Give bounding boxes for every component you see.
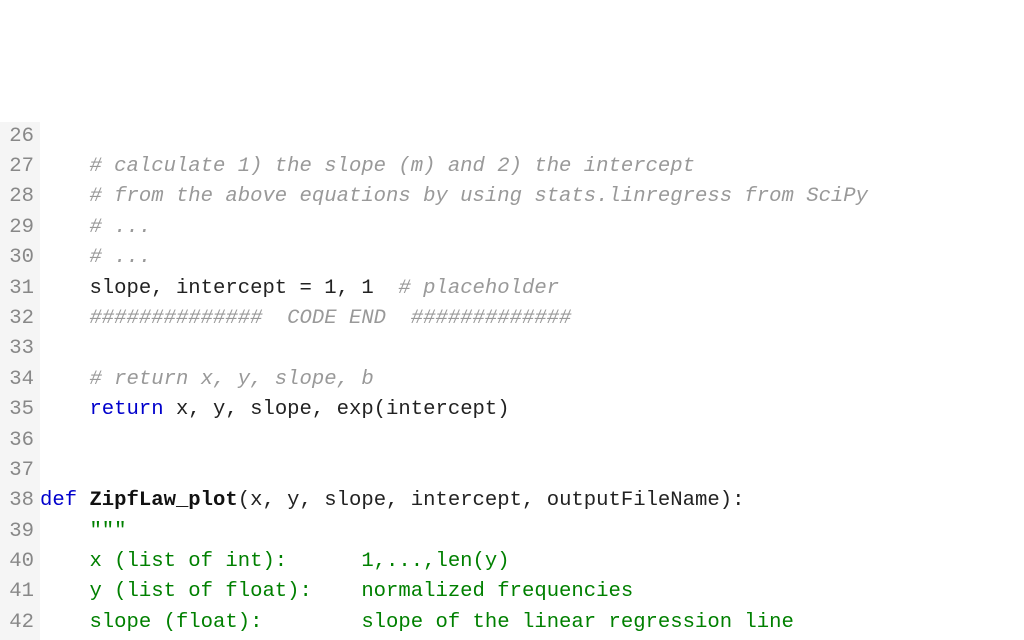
line-number: 33 bbox=[2, 334, 34, 364]
indent bbox=[40, 155, 89, 178]
code-editor[interactable]: 2627282930313233343536373839404142434445… bbox=[0, 122, 1024, 640]
code-line[interactable]: # ... bbox=[40, 213, 1024, 243]
code-token: slope, intercept = 1, 1 bbox=[89, 277, 398, 300]
code-token: # placeholder bbox=[398, 277, 559, 300]
code-token: # ... bbox=[89, 246, 151, 269]
code-line[interactable]: # from the above equations by using stat… bbox=[40, 182, 1024, 212]
line-number: 41 bbox=[2, 577, 34, 607]
indent bbox=[40, 398, 89, 421]
indent bbox=[40, 277, 89, 300]
indent bbox=[40, 185, 89, 208]
indent bbox=[40, 125, 89, 148]
indent bbox=[40, 246, 89, 269]
code-line[interactable]: slope (float): slope of the linear regre… bbox=[40, 608, 1024, 638]
code-line[interactable]: """ bbox=[40, 517, 1024, 547]
line-number: 42 bbox=[2, 608, 34, 638]
code-token: ZipfLaw_plot bbox=[89, 489, 237, 512]
line-number: 37 bbox=[2, 456, 34, 486]
indent bbox=[40, 307, 89, 330]
code-token: x (list of int): 1,...,len(y) bbox=[89, 550, 509, 573]
code-token: # from the above equations by using stat… bbox=[89, 185, 868, 208]
code-line[interactable]: return x, y, slope, exp(intercept) bbox=[40, 395, 1024, 425]
code-token: # return x, y, slope, b bbox=[89, 368, 373, 391]
line-number-gutter: 2627282930313233343536373839404142434445… bbox=[0, 122, 40, 640]
line-number: 40 bbox=[2, 547, 34, 577]
indent bbox=[40, 368, 89, 391]
code-line[interactable] bbox=[40, 334, 1024, 364]
indent bbox=[40, 611, 89, 634]
line-number: 38 bbox=[2, 486, 34, 516]
indent bbox=[40, 216, 89, 239]
line-number: 39 bbox=[2, 517, 34, 547]
code-token: return bbox=[89, 398, 163, 421]
code-line[interactable]: # ... bbox=[40, 243, 1024, 273]
code-line[interactable] bbox=[40, 122, 1024, 152]
code-line[interactable]: def ZipfLaw_plot(x, y, slope, intercept,… bbox=[40, 486, 1024, 516]
line-number: 31 bbox=[2, 274, 34, 304]
code-line[interactable] bbox=[40, 426, 1024, 456]
line-number: 28 bbox=[2, 182, 34, 212]
code-token: x, y, slope, exp(intercept) bbox=[164, 398, 510, 421]
line-number: 32 bbox=[2, 304, 34, 334]
code-token: slope (float): slope of the linear regre… bbox=[89, 611, 793, 634]
code-line[interactable]: slope, intercept = 1, 1 # placeholder bbox=[40, 274, 1024, 304]
code-token: ############## CODE END ############# bbox=[89, 307, 571, 330]
line-number: 26 bbox=[2, 122, 34, 152]
code-token: y (list of float): normalized frequencie… bbox=[89, 580, 633, 603]
code-line[interactable]: # calculate 1) the slope (m) and 2) the … bbox=[40, 152, 1024, 182]
code-token bbox=[77, 489, 89, 512]
code-line[interactable]: y (list of float): normalized frequencie… bbox=[40, 577, 1024, 607]
code-line[interactable]: x (list of int): 1,...,len(y) bbox=[40, 547, 1024, 577]
line-number: 30 bbox=[2, 243, 34, 273]
code-token: (x, y, slope, intercept, outputFileName)… bbox=[238, 489, 745, 512]
indent bbox=[40, 550, 89, 573]
line-number: 27 bbox=[2, 152, 34, 182]
line-number: 29 bbox=[2, 213, 34, 243]
indent bbox=[40, 580, 89, 603]
code-token: # ... bbox=[89, 216, 151, 239]
code-area[interactable]: # calculate 1) the slope (m) and 2) the … bbox=[40, 122, 1024, 640]
indent bbox=[40, 520, 89, 543]
code-token: def bbox=[40, 489, 77, 512]
line-number: 35 bbox=[2, 395, 34, 425]
code-line[interactable]: ############## CODE END ############# bbox=[40, 304, 1024, 334]
line-number: 34 bbox=[2, 365, 34, 395]
line-number: 36 bbox=[2, 426, 34, 456]
code-token: # calculate 1) the slope (m) and 2) the … bbox=[89, 155, 695, 178]
code-token: """ bbox=[89, 520, 126, 543]
code-line[interactable]: # return x, y, slope, b bbox=[40, 365, 1024, 395]
code-line[interactable] bbox=[40, 456, 1024, 486]
